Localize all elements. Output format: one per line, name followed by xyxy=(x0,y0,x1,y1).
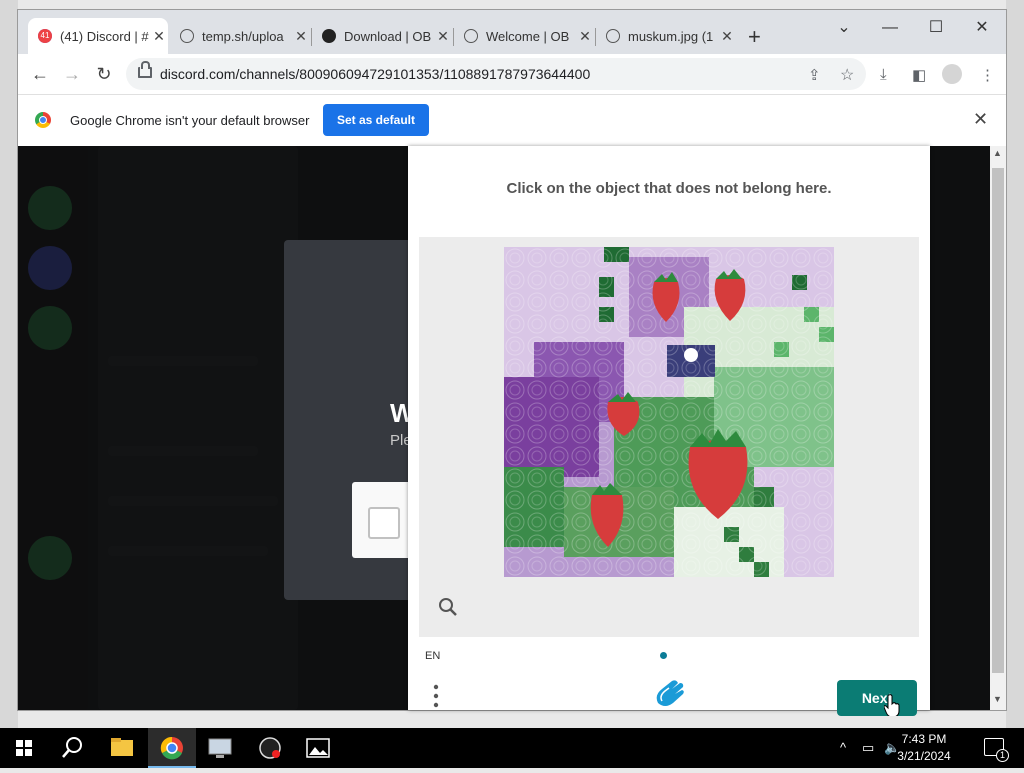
file-explorer-icon[interactable] xyxy=(98,728,146,768)
strawberry-mosaic-image xyxy=(504,247,834,577)
tray-chevron-icon[interactable]: ^ xyxy=(840,740,846,755)
scrollbar-thumb[interactable] xyxy=(992,168,1004,673)
url-text: discord.com/channels/800906094729101353/… xyxy=(160,66,591,82)
tab-close-icon[interactable]: ✕ xyxy=(150,28,168,45)
start-windows-icon[interactable] xyxy=(0,728,48,768)
back-arrow-icon[interactable]: ← xyxy=(26,60,54,88)
tab-close-icon[interactable]: ✕ xyxy=(718,28,736,45)
tab-title: Download | OB xyxy=(344,28,432,44)
obs-icon xyxy=(322,29,336,43)
bookmark-star-icon[interactable]: ☆ xyxy=(840,65,854,85)
scroll-up-icon[interactable]: ▲ xyxy=(993,148,1002,158)
globe-icon xyxy=(180,29,194,43)
selection-marker xyxy=(684,348,698,362)
infobar-close-icon[interactable]: ✕ xyxy=(973,109,988,130)
windows-taskbar: ^ ▭ 🔈 7:43 PM 3/21/2024 1 xyxy=(0,728,1024,768)
lock-icon xyxy=(138,61,152,78)
progress-dot xyxy=(660,652,667,659)
infobar-message: Google Chrome isn't your default browser xyxy=(70,113,310,128)
tab-title: muskum.jpg (1 xyxy=(628,28,714,44)
challenge-image[interactable] xyxy=(504,247,834,577)
share-icon[interactable]: ⇪ xyxy=(808,66,821,84)
tab-title: Welcome | OB xyxy=(486,28,570,44)
address-bar[interactable]: discord.com/channels/800906094729101353/… xyxy=(126,58,866,90)
tab-obs-download[interactable]: Download | OB ✕ xyxy=(312,22,452,50)
network-icon[interactable]: ▭ xyxy=(862,740,874,756)
tab-discord[interactable]: 41 (41) Discord | # ✕ xyxy=(28,18,168,54)
clock-date[interactable]: 3/21/2024 xyxy=(884,749,964,763)
zoom-magnifier-icon[interactable] xyxy=(438,597,458,617)
obs-recording-icon[interactable] xyxy=(246,728,294,768)
default-browser-infobar: Google Chrome isn't your default browser… xyxy=(18,94,1006,148)
hand-cursor-icon xyxy=(883,694,900,718)
challenge-prompt: Click on the object that does not belong… xyxy=(506,180,832,197)
chrome-logo-icon xyxy=(35,112,51,128)
desktop-background-left xyxy=(0,0,18,728)
tab-muskum[interactable]: muskum.jpg (1 ✕ xyxy=(596,22,736,50)
side-panel-icon[interactable]: ◧ xyxy=(912,66,926,84)
profile-avatar-icon[interactable] xyxy=(942,64,962,84)
reload-icon[interactable]: ↻ xyxy=(90,60,118,88)
download-icon[interactable]: ⤓ xyxy=(880,66,887,83)
captcha-challenge-panel: Click on the object that does not belong… xyxy=(408,146,930,716)
tab-obs-welcome[interactable]: Welcome | OB ✕ xyxy=(454,22,594,50)
notification-count: 1 xyxy=(996,749,1009,762)
tab-close-icon[interactable]: ✕ xyxy=(576,28,594,45)
browser-window: 41 (41) Discord | # ✕ temp.sh/uploa ✕ Do… xyxy=(18,10,1006,718)
browser-toolbar: ← → ↻ discord.com/channels/8009060947291… xyxy=(18,54,1006,94)
tab-search-chevron-icon[interactable]: ⌄ xyxy=(824,14,864,42)
close-window-icon[interactable]: ✕ xyxy=(962,14,1002,42)
tab-temp-sh[interactable]: temp.sh/uploa ✕ xyxy=(170,22,310,50)
language-selector[interactable]: EN xyxy=(425,650,440,662)
tab-title: (41) Discord | # xyxy=(60,28,149,44)
captcha-checkbox[interactable] xyxy=(368,507,400,539)
tab-title: temp.sh/uploa xyxy=(202,28,284,44)
tab-close-icon[interactable]: ✕ xyxy=(292,28,310,45)
hcaptcha-logo-icon xyxy=(652,679,686,707)
photos-icon[interactable] xyxy=(294,728,342,768)
minimize-icon[interactable]: — xyxy=(870,14,910,42)
page-scrollbar[interactable]: ▲ ▼ xyxy=(990,146,1006,710)
tab-strip: 41 (41) Discord | # ✕ temp.sh/uploa ✕ Do… xyxy=(18,10,1006,54)
next-button[interactable]: Next xyxy=(837,680,917,716)
set-as-default-button[interactable]: Set as default xyxy=(323,104,429,136)
clock-time[interactable]: 7:43 PM xyxy=(894,732,954,746)
new-tab-icon[interactable]: + xyxy=(748,24,761,50)
globe-icon xyxy=(606,29,620,43)
desktop-background-right xyxy=(1006,0,1024,728)
kebab-menu-icon[interactable]: ⋮ xyxy=(980,66,995,84)
notification-icon[interactable]: 1 xyxy=(984,738,1009,762)
discord-badge-icon: 41 xyxy=(38,29,52,43)
search-icon[interactable] xyxy=(48,728,96,768)
remote-desktop-icon[interactable] xyxy=(196,728,244,768)
tab-close-icon[interactable]: ✕ xyxy=(434,28,452,45)
scroll-down-icon[interactable]: ▼ xyxy=(993,694,1002,704)
forward-arrow-icon[interactable]: → xyxy=(58,60,86,88)
menu-dots-icon[interactable] xyxy=(433,684,439,710)
globe-icon xyxy=(464,29,478,43)
maximize-icon[interactable]: ☐ xyxy=(916,14,956,42)
chrome-taskbar-icon[interactable] xyxy=(148,728,196,768)
